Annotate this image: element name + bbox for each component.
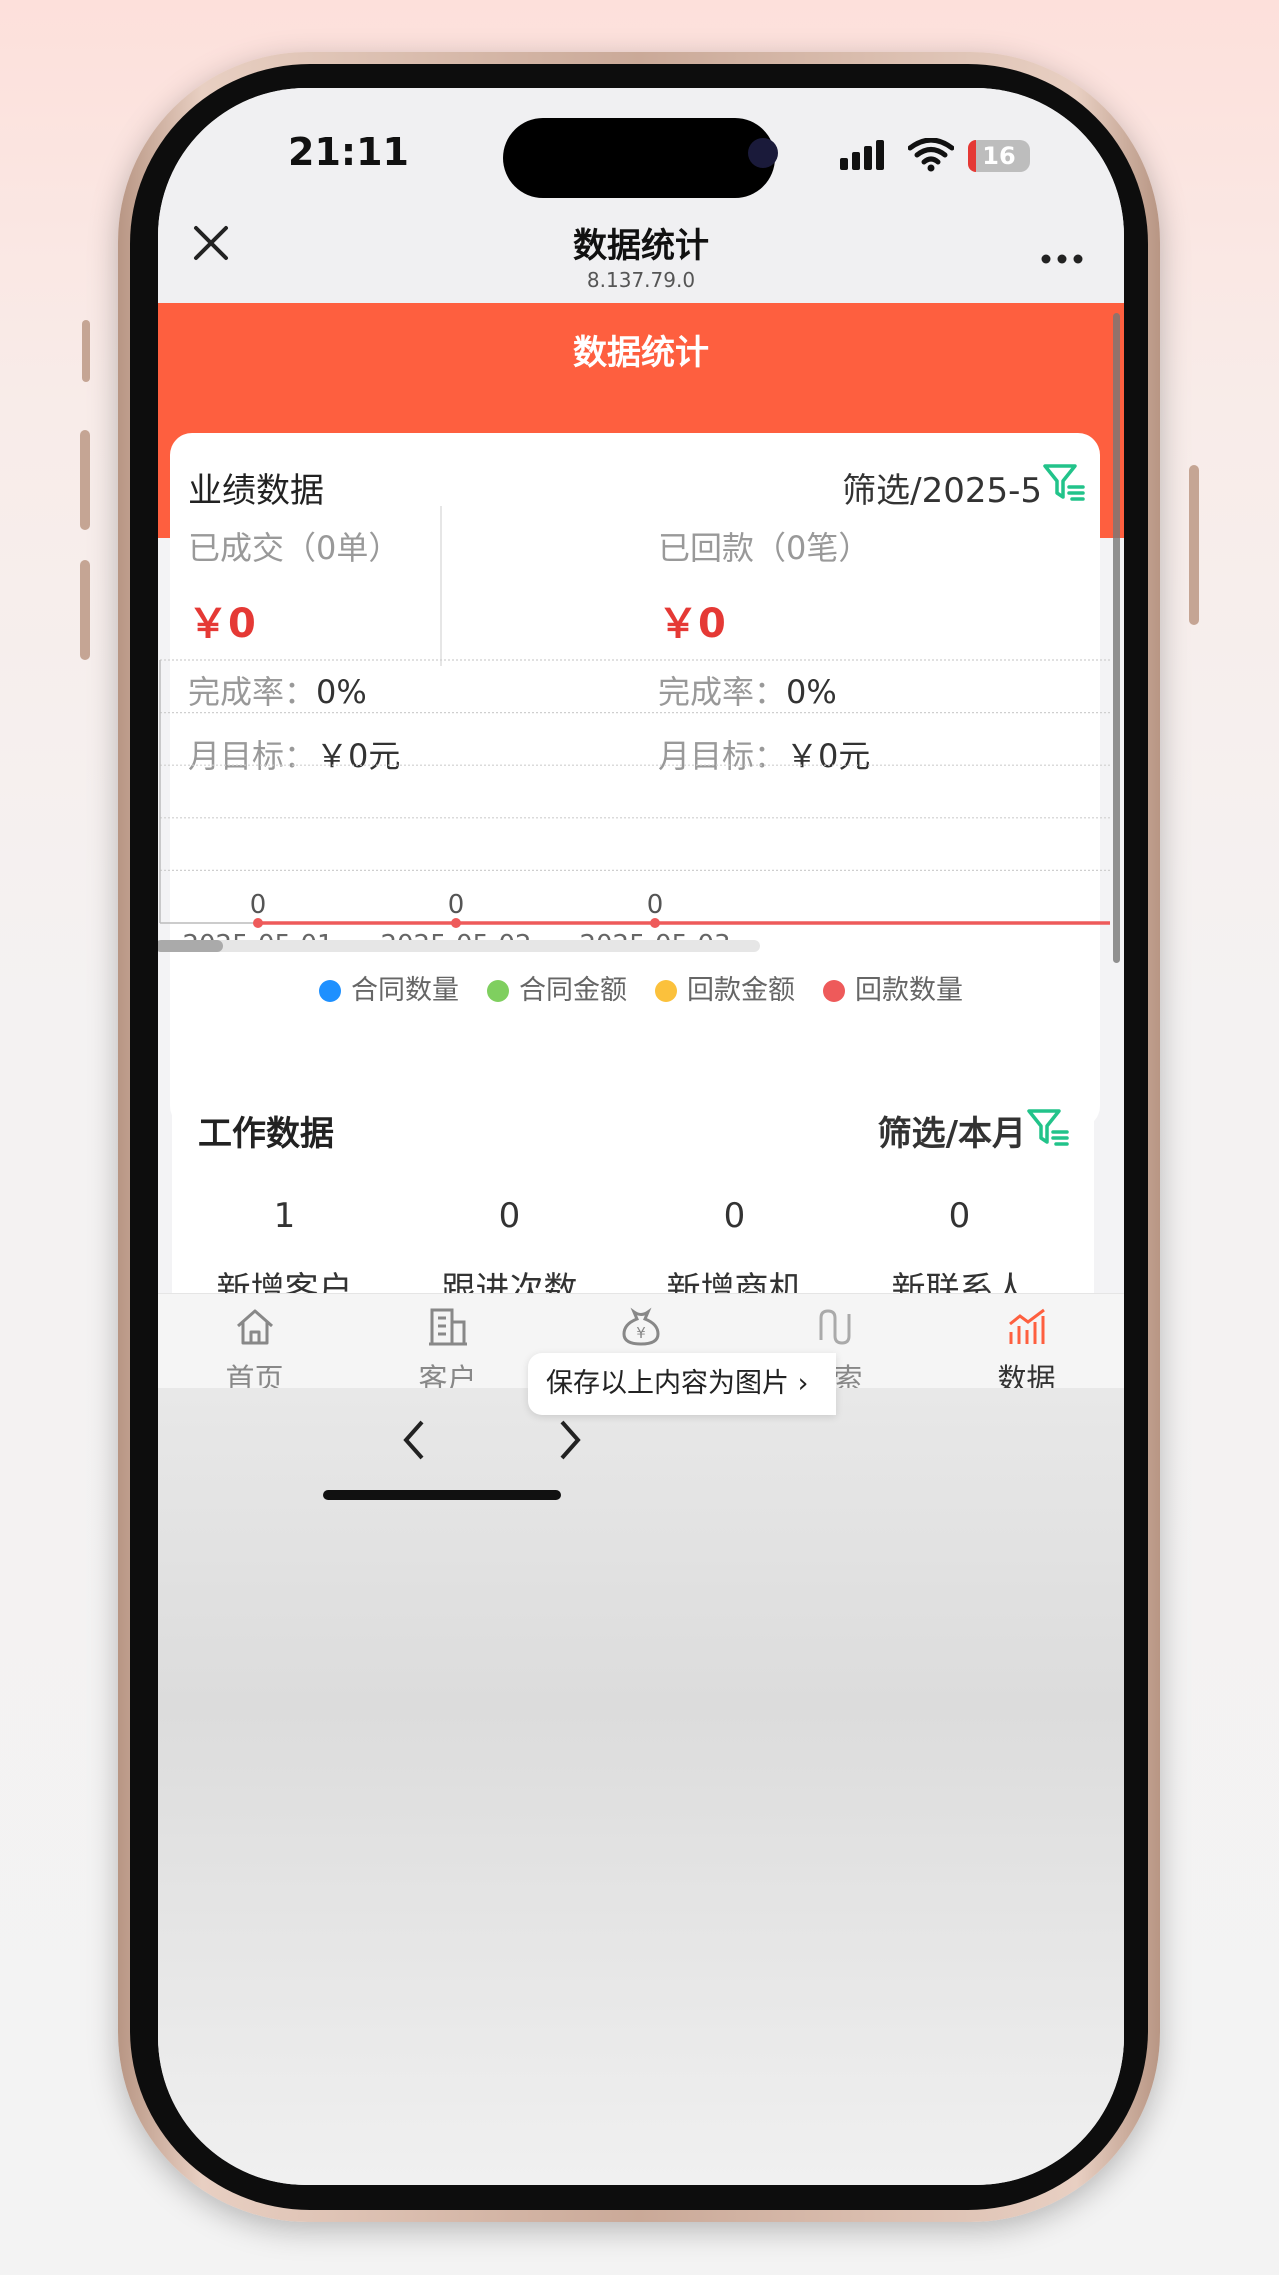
home-indicator (323, 1490, 561, 1500)
mute-switch (82, 320, 90, 382)
legend-dot (655, 980, 677, 1002)
money-bag-icon: ¥ (621, 1307, 660, 1346)
chart-icon (1008, 1308, 1045, 1344)
nav-title: 数据统计 (573, 226, 709, 266)
chart-legend: 合同数量 合同金额 回款金额 回款数量 (158, 968, 1124, 1007)
legend-item[interactable]: 合同数量 (319, 968, 459, 1007)
legend-label: 合同数量 (351, 975, 459, 1006)
legend-item[interactable]: 回款数量 (823, 968, 963, 1007)
legend-dot (487, 980, 509, 1002)
dynamic-island (503, 118, 775, 198)
stat-value: 0 (948, 1196, 971, 1236)
battery-level: 16 (982, 142, 1016, 170)
more-icon[interactable] (1040, 253, 1084, 265)
work-filter[interactable]: 筛选/本月 (878, 1106, 1026, 1155)
stat-value: 1 (273, 1196, 296, 1236)
home-icon (236, 1309, 273, 1345)
tab-customers[interactable]: 客户 (351, 1294, 544, 1398)
svg-text:¥: ¥ (636, 1324, 646, 1342)
power-button (1189, 465, 1199, 625)
tab-home[interactable]: 首页 (158, 1294, 351, 1398)
save-as-image-button[interactable]: 保存以上内容为图片 › (528, 1353, 836, 1415)
phone-screen: 21:11 16 数据统计 8.137.79.0 数据统计 业绩数据 筛选/20… (158, 88, 1124, 2185)
nav-subtitle: 8.137.79.0 (586, 268, 696, 292)
tab-data[interactable]: 数据 (930, 1294, 1123, 1398)
legend-label: 回款金额 (687, 975, 795, 1006)
signal-icon (840, 140, 884, 170)
legend-label: 回款数量 (855, 975, 963, 1006)
stat-value: 0 (723, 1196, 746, 1236)
legend-dot (823, 980, 845, 1002)
work-title: 工作数据 (198, 1114, 334, 1154)
performance-filter[interactable]: 筛选/2025-5 (842, 463, 1042, 512)
data-label: 0 (250, 890, 267, 920)
building-icon (428, 1308, 467, 1346)
data-label: 0 (448, 890, 465, 920)
wifi-icon (908, 138, 954, 172)
filter-icon[interactable] (1026, 1106, 1070, 1150)
camera-lens (748, 138, 778, 168)
status-time: 21:11 (288, 130, 409, 174)
payment-label: 已回款（0笔） (658, 529, 871, 567)
back-arrow-icon[interactable] (398, 1418, 428, 1462)
page-title: 数据统计 (573, 333, 709, 373)
performance-title: 业绩数据 (188, 471, 324, 511)
legend-item[interactable]: 回款金额 (655, 968, 795, 1007)
legend-item[interactable]: 合同金额 (487, 968, 627, 1007)
battery-icon: 16 (968, 140, 1030, 172)
volume-up-button (80, 430, 90, 530)
performance-chart: 024681002025-05-0102025-05-0202025-05-03 (159, 659, 1110, 948)
deal-label: 已成交（0单） (188, 529, 401, 567)
volume-down-button (80, 560, 90, 660)
route-icon (819, 1309, 850, 1345)
stat-value: 0 (498, 1196, 521, 1236)
data-label: 0 (647, 890, 664, 920)
chart-scrollbar-thumb[interactable] (158, 940, 223, 952)
legend-label: 合同金额 (519, 975, 627, 1006)
status-bar: 21:11 16 (158, 88, 1124, 208)
filter-icon[interactable] (1042, 461, 1086, 505)
chart-scrollbar[interactable] (158, 940, 760, 952)
browser-toolbar (158, 1388, 1124, 2185)
forward-arrow-icon[interactable] (556, 1418, 586, 1462)
nav-bar: 数据统计 8.137.79.0 (158, 208, 1124, 303)
legend-dot (319, 980, 341, 1002)
